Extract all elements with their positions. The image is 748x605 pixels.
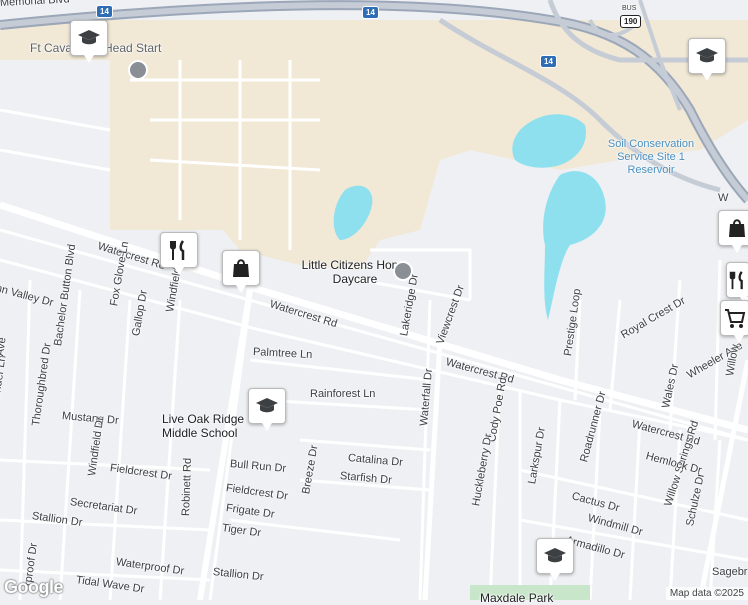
shopping-pin[interactable] bbox=[718, 210, 748, 253]
school-dot-icon[interactable] bbox=[128, 60, 148, 80]
grocery-pin[interactable] bbox=[720, 300, 748, 343]
daycare-dot-icon[interactable] bbox=[393, 261, 413, 281]
school-pin[interactable] bbox=[70, 20, 108, 63]
map-attribution: Map data ©2025 bbox=[665, 587, 748, 600]
bus-label: BUS bbox=[622, 5, 637, 12]
interstate-shield: 14 bbox=[362, 6, 379, 19]
school-pin[interactable] bbox=[536, 538, 574, 581]
graduation-cap-icon bbox=[696, 48, 718, 63]
graduation-cap-icon bbox=[78, 30, 100, 45]
poi-label: Ft Cava bbox=[30, 41, 73, 55]
poi-label: Live Oak Ridge Middle School bbox=[162, 412, 245, 440]
restaurant-pin[interactable] bbox=[726, 262, 748, 305]
shopping-cart-icon bbox=[725, 309, 746, 328]
road-label: Robinett Rd bbox=[180, 457, 195, 517]
graduation-cap-icon bbox=[544, 548, 566, 563]
us-route-shield: 190 bbox=[620, 15, 642, 28]
fork-knife-icon bbox=[729, 271, 743, 290]
shopping-bag-icon bbox=[729, 219, 745, 237]
school-pin[interactable] bbox=[248, 388, 286, 431]
fork-knife-icon bbox=[170, 240, 185, 260]
road-label: W bbox=[718, 192, 729, 204]
road-label: Rainforest Ln bbox=[310, 388, 376, 400]
google-logo: Google bbox=[4, 577, 64, 597]
school-pin[interactable] bbox=[688, 38, 726, 81]
interstate-shield: 14 bbox=[96, 5, 113, 18]
graduation-cap-icon bbox=[256, 398, 278, 413]
road-label: Sagebr bbox=[712, 566, 748, 578]
shopping-bag-icon bbox=[233, 259, 249, 277]
water-label: Soil Conservation Service Site 1 Reservo… bbox=[607, 138, 695, 176]
shopping-pin[interactable] bbox=[222, 250, 260, 293]
restaurant-pin[interactable] bbox=[160, 232, 198, 275]
poi-label: Maxdale Park bbox=[480, 591, 554, 605]
poi-label: Head Start bbox=[104, 41, 162, 55]
interstate-shield: 14 bbox=[540, 55, 557, 68]
